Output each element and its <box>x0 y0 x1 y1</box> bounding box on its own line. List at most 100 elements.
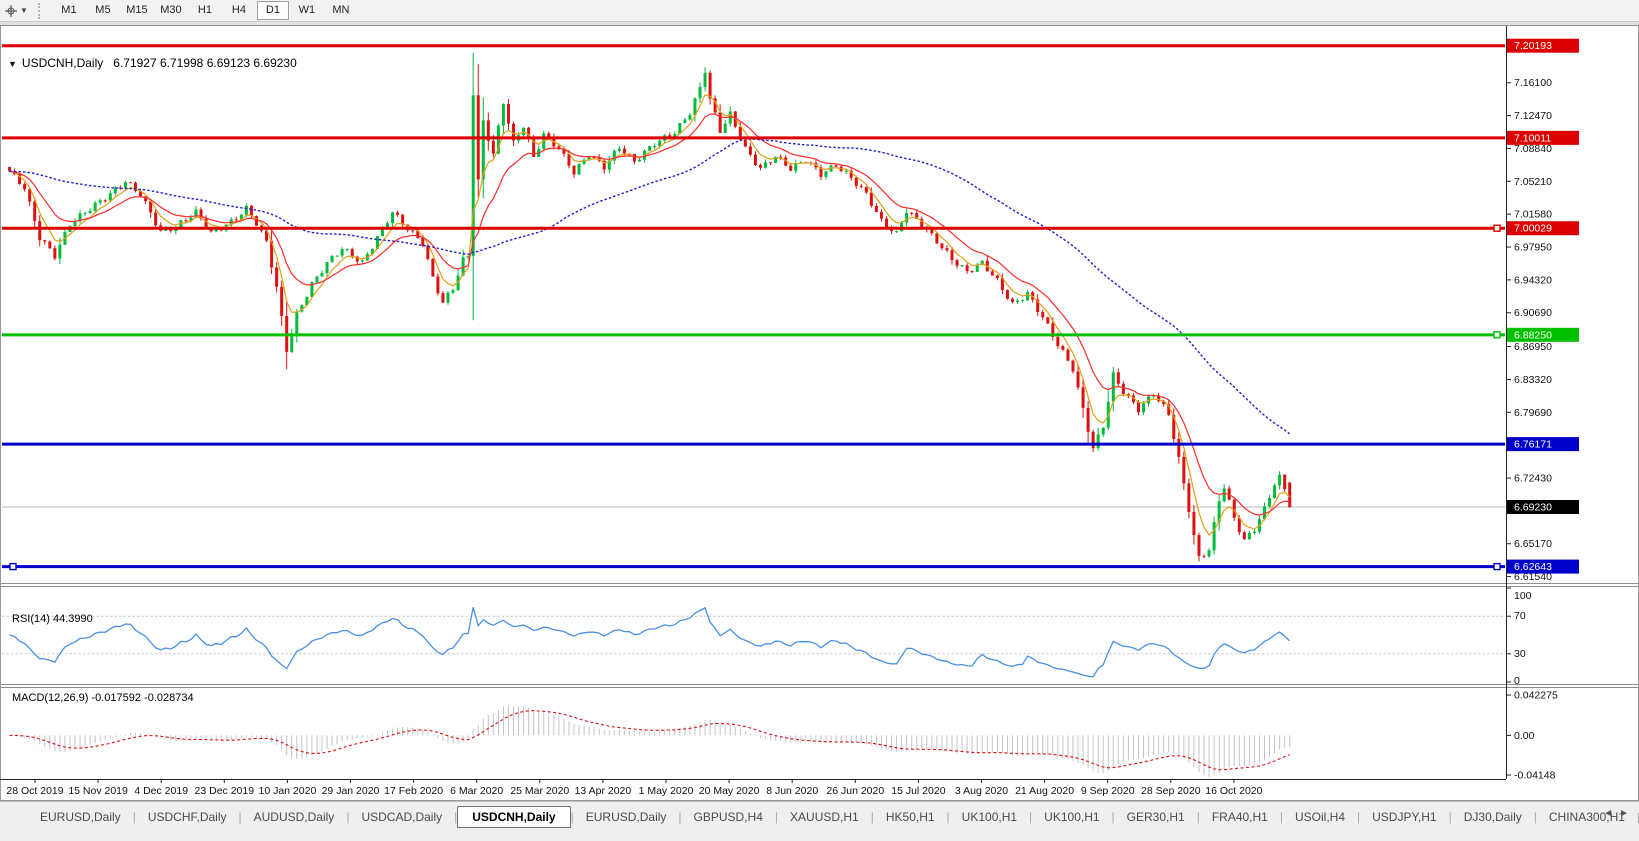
timeframe-button-d1[interactable]: D1 <box>257 1 289 20</box>
svg-text:70: 70 <box>1514 610 1526 622</box>
chart-tab-bar: EURUSD,Daily|USDCHF,Daily|AUDUSD,Daily|U… <box>0 801 1639 841</box>
ma-slow-line <box>10 138 1290 434</box>
chart-tab-usoil-h4[interactable]: USOil,H4 <box>1283 807 1357 827</box>
timeframe-button-w1[interactable]: W1 <box>291 1 323 20</box>
macd-signal-line <box>10 711 1290 770</box>
chart-window: 7.161007.124707.088407.052107.015806.979… <box>0 26 1639 801</box>
svg-text:15 Jul 2020: 15 Jul 2020 <box>891 785 945 797</box>
date-axis: 28 Oct 201915 Nov 20194 Dec 201923 Dec 2… <box>6 779 1262 797</box>
rsi-pane <box>2 607 1505 677</box>
chart-tab-ger30-h1[interactable]: GER30,H1 <box>1115 807 1197 827</box>
candles <box>8 53 1291 561</box>
chart-tab-hk50-h1[interactable]: HK50,H1 <box>874 807 947 827</box>
svg-text:13 Apr 2020: 13 Apr 2020 <box>575 785 632 797</box>
chart-tab-usdchf-daily[interactable]: USDCHF,Daily <box>136 807 239 827</box>
svg-text:7.20193: 7.20193 <box>1514 40 1552 52</box>
chart-title: ▼ USDCNH,Daily 6.71927 6.71998 6.69123 6.6… <box>8 56 297 70</box>
svg-text:25 Mar 2020: 25 Mar 2020 <box>510 785 569 797</box>
ma-fast-line <box>10 95 1290 535</box>
svg-text:0.00: 0.00 <box>1514 730 1535 742</box>
timeframe-button-h4[interactable]: H4 <box>223 1 255 20</box>
ma-mid-line <box>10 114 1290 515</box>
timeframe-button-h1[interactable]: H1 <box>189 1 221 20</box>
chart-tabs: EURUSD,Daily|USDCHF,Daily|AUDUSD,Daily|U… <box>28 805 1599 828</box>
crosshair-icon <box>4 4 18 18</box>
svg-text:6.88250: 6.88250 <box>1514 329 1552 341</box>
svg-text:3 Aug 2020: 3 Aug 2020 <box>955 785 1008 797</box>
svg-text:16 Oct 2020: 16 Oct 2020 <box>1205 785 1262 797</box>
chart-frame <box>0 26 1639 801</box>
chart-tab-audusd-daily[interactable]: AUDUSD,Daily <box>242 807 347 827</box>
chart-tab-fra40-h1[interactable]: FRA40,H1 <box>1200 807 1280 827</box>
chart-tab-usdcnh-daily[interactable]: USDCNH,Daily <box>457 806 570 828</box>
timeframe-button-m1[interactable]: M1 <box>53 1 85 20</box>
svg-text:7.01580: 7.01580 <box>1514 209 1552 221</box>
chart-tab-usdjpy-h1[interactable]: USDJPY,H1 <box>1360 807 1448 827</box>
svg-text:6.65170: 6.65170 <box>1514 538 1552 550</box>
level-handle-6.62643[interactable] <box>10 564 16 570</box>
svg-text:6.62643: 6.62643 <box>1514 561 1552 573</box>
price-levels[interactable] <box>2 46 1505 570</box>
cursor-tool-button[interactable]: ▼ <box>4 4 28 18</box>
svg-text:6.83320: 6.83320 <box>1514 374 1552 386</box>
svg-text:6.72430: 6.72430 <box>1514 473 1552 485</box>
timeframe-button-m5[interactable]: M5 <box>87 1 119 20</box>
chart-ohlc-values: 6.71927 6.71998 6.69123 6.69230 <box>113 56 297 70</box>
collapse-arrow-icon[interactable]: ▼ <box>8 59 17 69</box>
svg-text:0: 0 <box>1514 675 1520 687</box>
svg-text:6.76171: 6.76171 <box>1514 439 1552 451</box>
svg-text:7.12470: 7.12470 <box>1514 110 1552 122</box>
svg-text:10 Jan 2020: 10 Jan 2020 <box>258 785 316 797</box>
chart-symbol: USDCNH,Daily <box>22 56 103 70</box>
svg-text:100: 100 <box>1514 590 1532 602</box>
tab-scroll-left-button[interactable]: ◄ <box>1603 808 1619 819</box>
price-chart[interactable]: 7.161007.124707.088407.052107.015806.979… <box>0 26 1639 801</box>
svg-text:29 Jan 2020: 29 Jan 2020 <box>322 785 380 797</box>
svg-text:6.79690: 6.79690 <box>1514 407 1552 419</box>
top-toolbar: ▼ M1M5M15M30H1H4D1W1MN <box>0 0 1639 22</box>
rsi-indicator-label: RSI(14) 44.3990 <box>12 613 93 625</box>
svg-text:28 Oct 2019: 28 Oct 2019 <box>6 785 63 797</box>
timeframe-button-mn[interactable]: MN <box>325 1 357 20</box>
rsi-line <box>10 607 1290 677</box>
timeframe-button-m30[interactable]: M30 <box>155 1 187 20</box>
chart-tab-dj30-daily[interactable]: DJ30,Daily <box>1452 807 1534 827</box>
chart-tab-gbpusd-h4[interactable]: GBPUSD,H4 <box>682 807 775 827</box>
svg-text:23 Dec 2019: 23 Dec 2019 <box>195 785 255 797</box>
timeframe-buttons: M1M5M15M30H1H4D1W1MN <box>52 1 358 20</box>
macd-pane <box>10 705 1290 776</box>
chevron-down-icon[interactable]: ▼ <box>20 6 28 15</box>
svg-text:-0.04148: -0.04148 <box>1514 770 1556 782</box>
svg-text:6.97950: 6.97950 <box>1514 242 1552 254</box>
svg-text:7.16100: 7.16100 <box>1514 77 1552 89</box>
svg-text:28 Sep 2020: 28 Sep 2020 <box>1141 785 1201 797</box>
chart-tab-xauusd-h1[interactable]: XAUUSD,H1 <box>778 807 871 827</box>
tab-scroll-right-button[interactable]: ► <box>1619 808 1635 819</box>
chart-tab-eurusd-daily[interactable]: EURUSD,Daily <box>574 807 679 827</box>
svg-text:6.90690: 6.90690 <box>1514 307 1552 319</box>
level-handle-6.62643[interactable] <box>1494 564 1500 570</box>
tab-scroll-arrows: ◄► <box>1603 808 1635 819</box>
level-handle-6.88250[interactable] <box>1494 332 1500 338</box>
chart-tab-eurusd-daily[interactable]: EURUSD,Daily <box>28 807 133 827</box>
svg-text:17 Feb 2020: 17 Feb 2020 <box>384 785 443 797</box>
svg-text:21 Aug 2020: 21 Aug 2020 <box>1015 785 1074 797</box>
level-handle-7.00029[interactable] <box>1494 225 1500 231</box>
svg-text:0.042275: 0.042275 <box>1514 690 1558 702</box>
svg-text:15 Nov 2019: 15 Nov 2019 <box>68 785 128 797</box>
timeframe-button-m15[interactable]: M15 <box>121 1 153 20</box>
svg-text:30: 30 <box>1514 648 1526 660</box>
chart-tab-uk100-h1[interactable]: UK100,H1 <box>1032 807 1111 827</box>
svg-text:1 May 2020: 1 May 2020 <box>639 785 694 797</box>
macd-indicator-label: MACD(12,26,9) -0.017592 -0.028734 <box>12 692 194 704</box>
svg-text:9 Sep 2020: 9 Sep 2020 <box>1081 785 1135 797</box>
svg-text:26 Jun 2020: 26 Jun 2020 <box>826 785 884 797</box>
chart-tab-uk100-h1[interactable]: UK100,H1 <box>950 807 1029 827</box>
chart-tab-usdcad-daily[interactable]: USDCAD,Daily <box>349 807 454 827</box>
svg-text:6.69230: 6.69230 <box>1514 501 1552 513</box>
svg-text:20 May 2020: 20 May 2020 <box>699 785 760 797</box>
svg-text:7.10011: 7.10011 <box>1514 132 1551 144</box>
svg-text:6 Mar 2020: 6 Mar 2020 <box>450 785 503 797</box>
toolbar-grip[interactable] <box>38 3 44 19</box>
svg-text:8 Jun 2020: 8 Jun 2020 <box>766 785 818 797</box>
